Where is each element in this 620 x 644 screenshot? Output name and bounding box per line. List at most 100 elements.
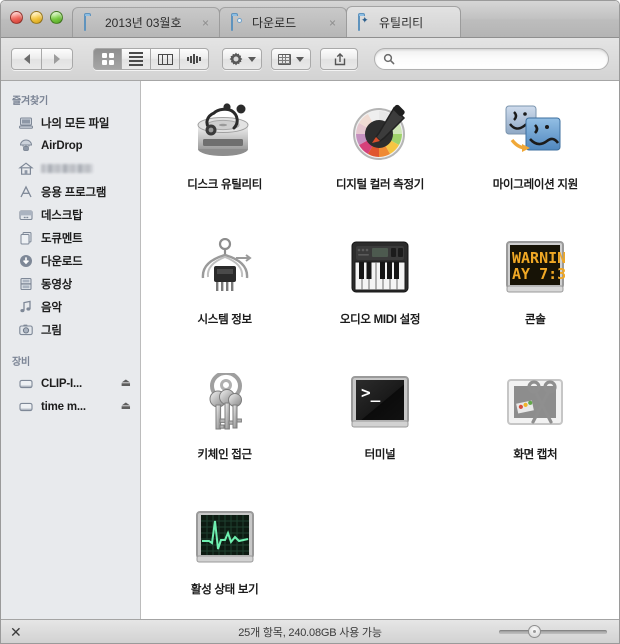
sidebar-item-downloads[interactable]: 다운로드	[1, 249, 140, 272]
forward-button[interactable]	[42, 48, 73, 70]
tab-label: 2013년 03월호	[105, 16, 182, 30]
coverflow-view-button[interactable]	[180, 48, 209, 70]
minimize-window-button[interactable]	[30, 11, 43, 24]
tab-label: 유틸리티	[379, 15, 424, 30]
file-item-grab[interactable]: 화면 캡처	[458, 365, 613, 500]
sidebar-item-label: 그림	[41, 324, 62, 337]
downloads-folder-icon	[231, 15, 246, 31]
documents-icon	[18, 230, 34, 246]
grid-icon	[101, 53, 114, 65]
pictures-icon	[18, 322, 34, 338]
sidebar-section-favorites-title: 즐겨찾기	[12, 96, 48, 107]
tab-close-icon[interactable]: ×	[313, 17, 336, 29]
file-item-terminal[interactable]: >_ 터미널	[302, 365, 457, 500]
file-item-keychain-access[interactable]: 키체인 접근	[147, 365, 302, 500]
arrange-menu-button[interactable]	[271, 48, 311, 70]
sidebar-item-airdrop[interactable]: AirDrop	[1, 134, 140, 157]
sidebar-item-pictures[interactable]: 그림	[1, 318, 140, 341]
digital-color-meter-icon	[348, 101, 412, 165]
system-information-icon	[193, 236, 257, 300]
sidebar-item-home[interactable]	[1, 157, 140, 180]
sidebar-item-applications[interactable]: 응용 프로그램	[1, 180, 140, 203]
file-item-console[interactable]: WARNIN AY 7:36 콘솔	[458, 230, 613, 365]
sidebar-item-label: CLIP-I...	[41, 377, 83, 390]
sidebar-item-label: 데스크탑	[41, 209, 83, 222]
list-view-button[interactable]	[122, 48, 151, 70]
sidebar-item-all-my-files[interactable]: 나의 모든 파일	[1, 111, 140, 134]
applications-icon	[18, 184, 34, 200]
file-item-system-information[interactable]: 시스템 정보	[147, 230, 302, 365]
slider-thumb[interactable]	[528, 625, 542, 638]
action-menu-button[interactable]	[222, 48, 262, 70]
sidebar-item-label: 다운로드	[41, 255, 83, 268]
tab-close-icon[interactable]: ×	[186, 17, 209, 29]
share-button[interactable]	[320, 48, 358, 70]
file-item-digital-color-meter[interactable]: 디지털 컬러 측정기	[302, 95, 457, 230]
zoom-window-button[interactable]	[50, 11, 63, 24]
sidebar: 즐겨찾기 나의 모든 파일 AirDrop 응용 프로그램 데스크탑 도큐멘트 …	[1, 81, 141, 619]
sidebar-item-label: 나의 모든 파일	[41, 117, 110, 130]
file-label: 디스크 유틸리티	[187, 179, 263, 191]
keychain-access-icon	[193, 371, 257, 435]
window-traffic-lights	[10, 11, 63, 24]
icon-size-slider[interactable]	[499, 625, 607, 639]
folder-icon	[84, 15, 99, 31]
sidebar-item-clip-disk[interactable]: CLIP-I... ⏏	[1, 372, 140, 395]
columns-icon	[157, 53, 173, 65]
all-my-files-icon	[18, 115, 34, 131]
disk-icon	[18, 399, 34, 415]
file-item-audio-midi-setup[interactable]: 오디오 MIDI 설정	[302, 230, 457, 365]
eject-icon[interactable]: ⏏	[121, 378, 131, 389]
share-icon	[333, 53, 346, 66]
view-mode-buttons	[93, 48, 209, 70]
eject-icon[interactable]: ⏏	[121, 401, 131, 412]
movies-icon	[18, 276, 34, 292]
file-item-disk-utility[interactable]: 디스크 유틸리티	[147, 95, 302, 230]
coverflow-icon	[186, 54, 202, 65]
migration-assistant-icon	[503, 101, 567, 165]
file-area[interactable]: 디스크 유틸리티 디지털 컬러 측정기 마이그레이션 지원 시스템 정보 오디오…	[141, 81, 619, 619]
utilities-folder-icon	[358, 14, 373, 31]
tab-downloads[interactable]: 다운로드 ×	[219, 7, 347, 37]
desktop-icon	[18, 207, 34, 223]
search-input[interactable]	[400, 52, 608, 66]
sidebar-item-time-machine-disk[interactable]: time m... ⏏	[1, 395, 140, 418]
file-item-migration-assistant[interactable]: 마이그레이션 지원	[458, 95, 613, 230]
sidebar-section-devices-title: 장비	[12, 357, 30, 368]
sidebar-item-label: 응용 프로그램	[41, 186, 107, 199]
toolbar	[1, 38, 619, 81]
terminal-icon: >_	[348, 371, 412, 435]
chevron-down-icon	[247, 56, 256, 62]
activity-monitor-icon	[193, 506, 257, 570]
audio-midi-setup-icon	[348, 236, 412, 300]
tab-utilities[interactable]: 유틸리티	[346, 6, 461, 37]
sidebar-item-desktop[interactable]: 데스크탑	[1, 203, 140, 226]
gear-icon	[229, 52, 243, 66]
sidebar-item-movies[interactable]: 동영상	[1, 272, 140, 295]
file-label: 콘솔	[525, 314, 546, 326]
file-label: 오디오 MIDI 설정	[339, 314, 421, 326]
chevron-right-icon	[54, 54, 60, 64]
music-icon	[18, 299, 34, 315]
back-button[interactable]	[11, 48, 42, 70]
grab-icon	[503, 371, 567, 435]
search-icon	[383, 53, 395, 65]
file-item-activity-monitor[interactable]: 활성 상태 보기	[147, 500, 302, 619]
tab-label: 다운로드	[252, 16, 297, 30]
window-body: 즐겨찾기 나의 모든 파일 AirDrop 응용 프로그램 데스크탑 도큐멘트 …	[1, 81, 619, 619]
search-field[interactable]	[374, 48, 609, 70]
slider-track[interactable]	[499, 629, 607, 634]
terminal-prompt: >_	[361, 383, 381, 402]
file-label: 터미널	[364, 449, 396, 461]
icon-view-button[interactable]	[93, 48, 122, 70]
tab-2013-03[interactable]: 2013년 03월호 ×	[72, 7, 220, 37]
column-view-button[interactable]	[151, 48, 180, 70]
finder-window: 2013년 03월호 × 다운로드 × 유틸리티	[0, 0, 620, 644]
file-label: 키체인 접근	[197, 449, 253, 461]
sidebar-item-label-redacted	[41, 164, 93, 173]
close-window-button[interactable]	[10, 11, 23, 24]
sidebar-item-documents[interactable]: 도큐멘트	[1, 226, 140, 249]
file-label: 시스템 정보	[197, 314, 253, 326]
sidebar-item-music[interactable]: 음악	[1, 295, 140, 318]
sidebar-item-label: AirDrop	[41, 139, 83, 152]
